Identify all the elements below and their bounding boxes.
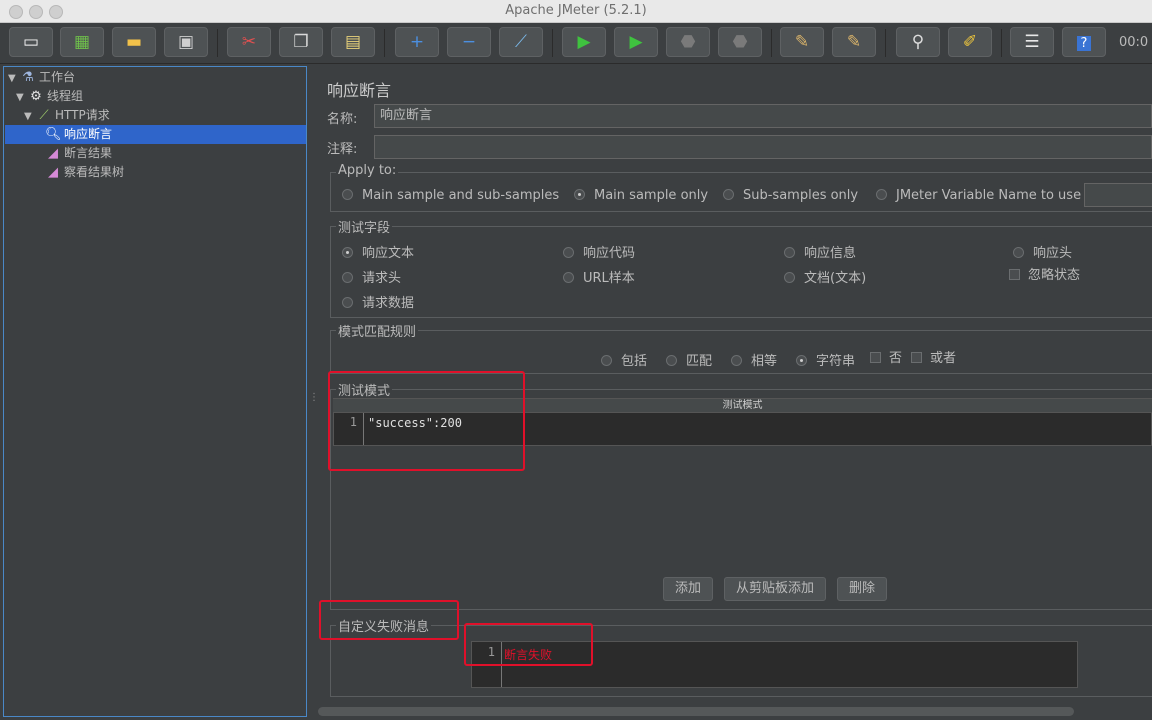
- variable-name-field[interactable]: [1084, 183, 1152, 207]
- collapse-icon[interactable]: −: [447, 27, 491, 57]
- highlight-test-patterns: [328, 371, 525, 471]
- help-icon[interactable]: ?: [1062, 27, 1106, 57]
- radio-main-and-sub[interactable]: Main sample and sub-samples: [342, 188, 559, 203]
- tree-item-http-request[interactable]: ▼ ⟋ HTTP请求: [24, 106, 110, 125]
- add-from-clipboard-button[interactable]: 从剪贴板添加: [724, 577, 826, 601]
- toolbar: ▭ ▦ ▬ ▣ ✂ ❐ ▤ + − ⟋ ▶ ▶ ⬣ ⬣ ✎ ✎ ⚲ ✐ ☰ ? …: [0, 23, 1152, 64]
- radio-main-only[interactable]: Main sample only: [574, 188, 708, 203]
- radio-url-sample[interactable]: URL样本: [563, 267, 635, 286]
- radio-sub-only[interactable]: Sub-samples only: [723, 188, 858, 203]
- listener-icon: ◢: [48, 165, 58, 180]
- radio-contains[interactable]: 包括: [601, 350, 647, 369]
- search-icon[interactable]: ⚲: [896, 27, 940, 57]
- highlight-custom-failure-title: [319, 600, 459, 640]
- tree-item-thread-group[interactable]: ▼ ⚙ 线程组: [16, 87, 83, 106]
- radio-equals[interactable]: 相等: [731, 350, 777, 369]
- listener-icon: ◢: [48, 146, 58, 161]
- comment-label: 注释:: [327, 142, 358, 157]
- copy-icon[interactable]: ❐: [279, 27, 323, 57]
- tree-item-assertion-results[interactable]: ◢ 断言结果: [45, 144, 112, 163]
- title-bar: Apache JMeter (5.2.1): [0, 0, 1152, 23]
- elapsed-timer: 00:0: [1119, 35, 1149, 50]
- radio-matches[interactable]: 匹配: [666, 350, 712, 369]
- cut-icon[interactable]: ✂: [227, 27, 271, 57]
- name-field[interactable]: 响应断言: [374, 104, 1152, 128]
- radio-request-headers[interactable]: 请求头: [342, 267, 401, 286]
- expand-icon[interactable]: +: [395, 27, 439, 57]
- zoom-window-button[interactable]: [49, 5, 63, 19]
- tree-item-workbench[interactable]: ▼ ⚗ 工作台: [8, 68, 75, 87]
- new-icon[interactable]: ▭: [9, 27, 53, 57]
- open-icon[interactable]: ▬: [112, 27, 156, 57]
- radio-substring[interactable]: 字符串: [796, 350, 855, 369]
- start-no-pause-icon[interactable]: ▶: [614, 27, 658, 57]
- highlight-failure-message: [464, 623, 593, 666]
- radio-document-text[interactable]: 文档(文本): [784, 267, 866, 286]
- assertion-icon: 🔍︎: [45, 127, 62, 142]
- or-checkbox[interactable]: 或者: [911, 347, 956, 366]
- start-icon[interactable]: ▶: [562, 27, 606, 57]
- toggle-icon[interactable]: ⟋: [499, 27, 543, 57]
- sampler-icon: ⟋: [39, 108, 49, 123]
- close-window-button[interactable]: [9, 5, 23, 19]
- radio-response-code[interactable]: 响应代码: [563, 242, 635, 261]
- radio-response-headers[interactable]: 响应头: [1013, 242, 1072, 261]
- radio-response-text[interactable]: 响应文本: [342, 242, 414, 261]
- reset-search-icon[interactable]: ✐: [948, 27, 992, 57]
- paste-icon[interactable]: ▤: [331, 27, 375, 57]
- workbench-icon: ⚗: [22, 70, 34, 85]
- radio-response-message[interactable]: 响应信息: [784, 242, 856, 261]
- shutdown-icon[interactable]: ⬣: [718, 27, 762, 57]
- gear-icon: ⚙: [30, 89, 42, 104]
- test-plan-tree: ▼ ⚗ 工作台 ▼ ⚙ 线程组 ▼ ⟋ HTTP请求 🔍︎ 响应断言 ◢ 断言结果 ◢ 察看结果树: [3, 66, 307, 717]
- add-button[interactable]: 添加: [663, 577, 713, 601]
- panel-title: 响应断言: [327, 81, 392, 100]
- radio-request-data[interactable]: 请求数据: [342, 292, 414, 311]
- clear-all-icon[interactable]: ✎: [832, 27, 876, 57]
- pattern-rules-title: 模式匹配规则: [336, 321, 419, 340]
- apply-to-title: Apply to:: [336, 163, 399, 178]
- tree-item-response-assertion[interactable]: 🔍︎ 响应断言: [5, 125, 306, 144]
- function-helper-icon[interactable]: ☰: [1010, 27, 1054, 57]
- name-label: 名称:: [327, 112, 358, 127]
- pattern-rules-group: 模式匹配规则 包括 匹配 相等 字符串 否 或者: [330, 321, 1152, 374]
- stop-icon[interactable]: ⬣: [666, 27, 710, 57]
- save-icon[interactable]: ▣: [164, 27, 208, 57]
- minimize-window-button[interactable]: [29, 5, 43, 19]
- test-field-group: 测试字段 响应文本 响应代码 响应信息 响应头 请求头 URL样本 文档(文本)…: [330, 217, 1152, 318]
- delete-button[interactable]: 删除: [837, 577, 887, 601]
- test-field-title: 测试字段: [336, 217, 393, 236]
- ignore-status-checkbox[interactable]: 忽略状态: [1009, 264, 1080, 283]
- clear-icon[interactable]: ✎: [780, 27, 824, 57]
- apply-to-group: Apply to: Main sample and sub-samples Ma…: [330, 163, 1152, 212]
- tree-item-view-results-tree[interactable]: ◢ 察看结果树: [45, 163, 124, 182]
- horizontal-scrollbar[interactable]: [318, 707, 1074, 716]
- comment-field[interactable]: [374, 135, 1152, 159]
- not-checkbox[interactable]: 否: [870, 347, 902, 366]
- templates-icon[interactable]: ▦: [60, 27, 104, 57]
- radio-jmeter-variable[interactable]: JMeter Variable Name to use: [876, 188, 1081, 203]
- assertion-panel: 响应断言 名称: 响应断言 注释: Apply to: Main sample …: [317, 66, 1152, 720]
- window-title: Apache JMeter (5.2.1): [505, 3, 647, 18]
